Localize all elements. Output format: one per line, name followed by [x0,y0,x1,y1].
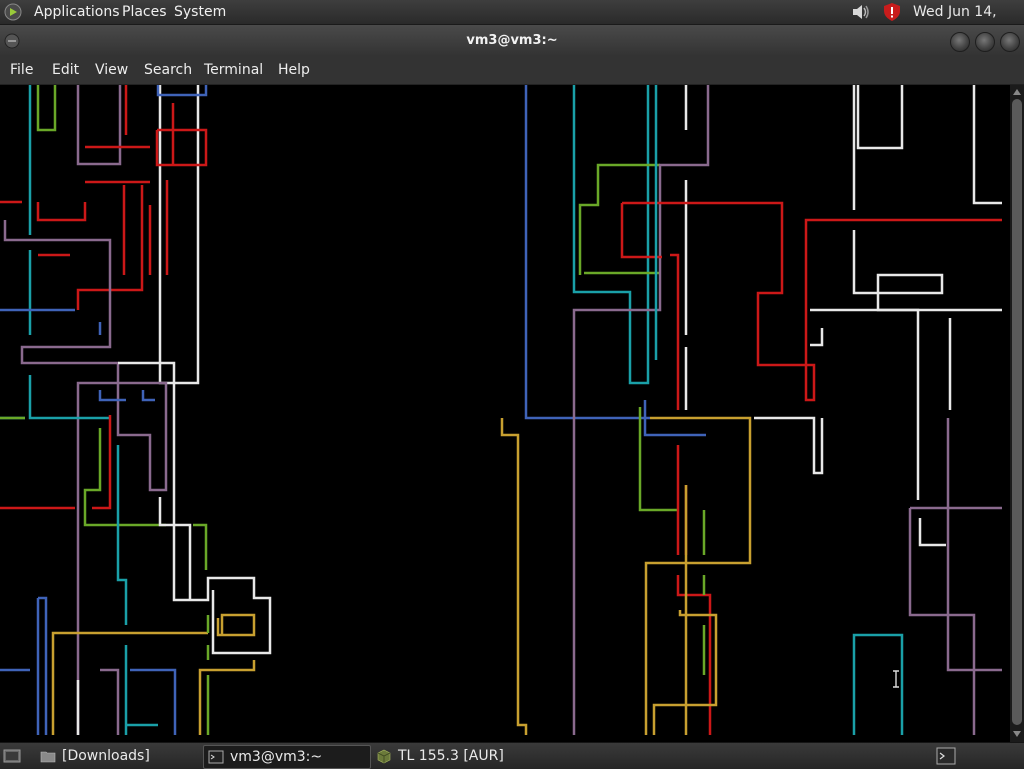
pipe-segment-red [85,103,208,184]
pipe-segment-blue [0,596,48,735]
pipe-segment-purple [908,418,1002,735]
view-menu[interactable]: View [95,56,128,84]
help-menu[interactable]: Help [278,56,310,84]
terminal-icon [208,750,224,764]
security-shield-icon[interactable] [882,2,902,22]
pipe-segment-red [0,415,112,510]
window-title: vm3@vm3:~ [466,33,558,48]
terminal-menubar: File Edit View Search Terminal Help [0,56,1024,85]
pipe-segment-yellow [652,485,718,735]
taskbar-item-label: TL 155.3 [AUR] [398,748,504,764]
places-menu[interactable]: Places [122,0,167,24]
distro-logo-icon[interactable] [4,3,22,21]
pipe-segment-purple [100,668,120,735]
pipe-segment-teal [0,250,110,420]
clock[interactable]: Wed Jun 14, 05:20 [913,0,1024,44]
top-panel: Applications Places System Wed Jun 14, 0… [0,0,1024,44]
scroll-down-icon[interactable] [1012,729,1022,739]
pipe-segment-white [810,308,1002,410]
package-icon [377,749,391,764]
taskbar-item-label: [Downloads] [62,748,150,764]
terminal-scrollbar[interactable] [1010,85,1024,742]
pipe-segment-teal [572,85,650,385]
pipe-segment-green [193,523,208,570]
pipe-segment-yellow [500,416,752,735]
system-menu[interactable]: System [174,0,226,24]
pipe-segment-white [856,85,1002,205]
search-menu[interactable]: Search [144,56,192,84]
terminal-menu[interactable]: Terminal [204,56,263,84]
maximize-button[interactable] [975,32,995,52]
pipe-segment-white [118,361,272,655]
pipe-segment-white [754,416,824,475]
taskbar-item-tl[interactable]: TL 155.3 [AUR] [372,745,542,767]
minimize-button[interactable] [950,32,970,52]
show-desktop-icon[interactable] [3,748,21,764]
pipe-segment-red [0,185,144,310]
pipe-segment-green [36,85,57,132]
tray-terminal-icon[interactable] [936,747,956,765]
text-cursor-icon [893,670,899,688]
pipe-segment-teal [124,645,158,735]
pipe-segment-yellow [51,613,256,735]
terminal-output[interactable] [0,85,1010,742]
edit-menu[interactable]: Edit [52,56,79,84]
window-titlebar[interactable]: vm3@vm3:~ [0,25,1024,56]
pipe-segment-purple [76,85,122,166]
pipes-animation [0,85,1002,735]
taskbar-item-terminal[interactable]: vm3@vm3:~ [203,745,371,769]
folder-icon [40,751,56,763]
file-menu[interactable]: File [10,56,33,84]
scroll-thumb[interactable] [1012,99,1022,725]
scroll-up-icon[interactable] [1012,87,1022,97]
pipe-segment-red [670,253,680,410]
applications-menu[interactable]: Applications [34,0,120,24]
taskbar-item-label: vm3@vm3:~ [230,749,323,765]
close-button[interactable] [1000,32,1020,52]
volume-icon[interactable] [850,2,872,22]
pipe-segment-white [918,518,946,547]
taskbar-item-downloads[interactable]: [Downloads] [36,745,200,767]
pipe-segment-blue [98,390,155,402]
pipe-segment-teal [116,445,128,625]
bottom-panel: [Downloads] vm3@vm3:~ TL 155.3 [AUR] [0,742,1024,769]
pipe-segment-blue [0,308,102,335]
